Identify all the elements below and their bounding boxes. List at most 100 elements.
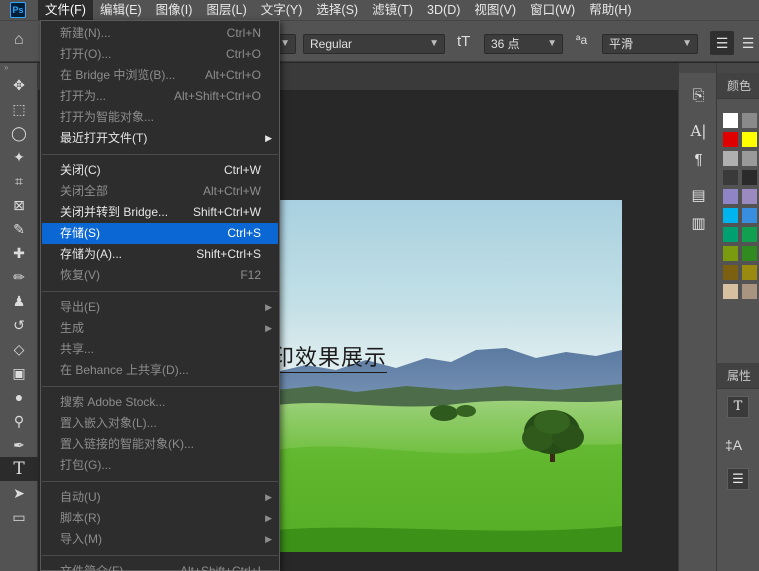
color-swatch[interactable]: [723, 113, 738, 128]
menu-item-shortcut: Ctrl+N: [226, 26, 261, 40]
file-menu-item[interactable]: 打开(O)... Ctrl+O: [42, 44, 278, 65]
brush-tool-icon[interactable]: ✏: [0, 265, 38, 289]
color-swatch[interactable]: [742, 284, 757, 299]
dodge-tool-icon[interactable]: ⚲: [0, 409, 38, 433]
file-menu-item[interactable]: 在 Behance 上共享(D)...: [42, 360, 278, 381]
file-menu-item[interactable]: 关闭全部 Alt+Ctrl+W: [42, 181, 278, 202]
menu-9[interactable]: 窗口(W): [523, 0, 582, 20]
file-menu-item[interactable]: 打开为... Alt+Shift+Ctrl+O: [42, 86, 278, 107]
color-swatch[interactable]: [742, 208, 757, 223]
file-menu-item[interactable]: 打开为智能对象...: [42, 107, 278, 128]
font-size-select[interactable]: 36 点 ▼: [484, 34, 563, 54]
meadow-bottom: [276, 526, 622, 552]
dock-grip[interactable]: [679, 63, 716, 73]
type-layer-icon: T: [727, 396, 749, 418]
history-panel-icon[interactable]: ⎘: [679, 81, 718, 109]
paragraph-panel-icon[interactable]: ¶: [679, 145, 718, 173]
menu-8[interactable]: 视图(V): [467, 0, 523, 20]
crop-tool-icon[interactable]: ⌗: [0, 169, 38, 193]
gradient-tool-icon[interactable]: ▣: [0, 361, 38, 385]
menu-6[interactable]: 滤镜(T): [365, 0, 420, 20]
color-swatch[interactable]: [742, 132, 757, 147]
color-swatch[interactable]: [742, 170, 757, 185]
chevron-down-icon: ▼: [547, 38, 557, 49]
history-brush-tool-icon[interactable]: ↺: [0, 313, 38, 337]
file-menu-item[interactable]: 最近打开文件(T) ▶: [42, 128, 278, 149]
antialias-select[interactable]: 平滑 ▼: [602, 34, 698, 54]
file-menu-item[interactable]: 导入(M) ▶: [42, 529, 278, 550]
align-center-button[interactable]: ☰: [736, 31, 759, 55]
color-swatch[interactable]: [723, 265, 738, 280]
color-swatch[interactable]: [723, 208, 738, 223]
canvas-image[interactable]: [276, 200, 622, 552]
menu-1[interactable]: 编辑(E): [93, 0, 149, 20]
file-menu-item[interactable]: 关闭并转到 Bridge... Shift+Ctrl+W: [42, 202, 278, 223]
menu-0[interactable]: 文件(F): [38, 0, 93, 20]
healing-brush-tool-icon[interactable]: ✚: [0, 241, 38, 265]
color-swatch[interactable]: [723, 132, 738, 147]
pen-tool-icon[interactable]: ✒: [0, 433, 38, 457]
file-menu-item[interactable]: 存储(S) Ctrl+S: [42, 223, 278, 244]
menu-3[interactable]: 图层(L): [199, 0, 253, 20]
file-menu-dropdown: 新建(N)... Ctrl+N 打开(O)... Ctrl+O 在 Bridge 中浏览…: [40, 20, 280, 571]
menu-4[interactable]: 文字(Y): [254, 0, 310, 20]
color-swatch[interactable]: [723, 189, 738, 204]
file-menu-item[interactable]: 自动(U) ▶: [42, 487, 278, 508]
color-swatch[interactable]: [742, 151, 757, 166]
menu-2[interactable]: 图像(I): [149, 0, 200, 20]
color-swatch[interactable]: [723, 284, 738, 299]
file-menu-item[interactable]: 恢复(V) F12: [42, 265, 278, 286]
menu-5[interactable]: 选择(S): [309, 0, 365, 20]
menu-item-shortcut: Alt+Ctrl+O: [204, 68, 261, 82]
blur-tool-icon[interactable]: ●: [0, 385, 38, 409]
color-swatch[interactable]: [723, 170, 738, 185]
character-panel-icon[interactable]: A|: [679, 117, 718, 145]
file-menu-item[interactable]: 置入链接的智能对象(K)...: [42, 434, 278, 455]
file-menu-item[interactable]: 关闭(C) Ctrl+W: [42, 160, 278, 181]
antialias-value: 平滑: [609, 37, 634, 51]
path-selection-tool-icon[interactable]: ➤: [0, 481, 38, 505]
frame-tool-icon[interactable]: ⊠: [0, 193, 38, 217]
file-menu-item[interactable]: 脚本(R) ▶: [42, 508, 278, 529]
menu-item-label: 最近打开文件(T): [60, 131, 148, 145]
lasso-tool-icon[interactable]: ◯: [0, 121, 38, 145]
libraries-panel-icon[interactable]: ▤: [679, 181, 718, 209]
eyedropper-tool-icon[interactable]: ✎: [0, 217, 38, 241]
align-left-button[interactable]: ☰: [710, 31, 734, 55]
color-swatch[interactable]: [742, 265, 757, 280]
file-menu-item[interactable]: 导出(E) ▶: [42, 297, 278, 318]
panel-collapse-icon[interactable]: »: [0, 63, 37, 73]
canvas-text-layer[interactable]: 印效果展示: [272, 340, 388, 373]
file-menu-item[interactable]: 生成 ▶: [42, 318, 278, 339]
file-menu-item[interactable]: 共享...: [42, 339, 278, 360]
tab-properties[interactable]: 属性: [717, 363, 759, 389]
file-menu-item[interactable]: 文件简介(F)... Alt+Shift+Ctrl+I: [42, 561, 278, 571]
menu-7[interactable]: 3D(D): [420, 0, 467, 20]
notes-panel-icon[interactable]: ▥: [679, 209, 718, 237]
move-tool-icon[interactable]: ✥: [0, 73, 38, 97]
color-swatch[interactable]: [723, 151, 738, 166]
align-left-button[interactable]: ☰: [727, 468, 749, 490]
color-swatch[interactable]: [723, 246, 738, 261]
home-icon[interactable]: ⌂: [14, 31, 34, 51]
rectangle-tool-icon[interactable]: ▭: [0, 505, 38, 529]
marquee-tool-icon[interactable]: ⬚: [0, 97, 38, 121]
file-menu-item[interactable]: 在 Bridge 中浏览(B)... Alt+Ctrl+O: [42, 65, 278, 86]
eraser-tool-icon[interactable]: ◇: [0, 337, 38, 361]
color-swatch[interactable]: [742, 189, 757, 204]
color-swatch[interactable]: [742, 246, 757, 261]
clone-stamp-tool-icon[interactable]: ♟: [0, 289, 38, 313]
file-menu-item[interactable]: 打包(G)...: [42, 455, 278, 476]
submenu-arrow-icon: ▶: [265, 492, 272, 502]
file-menu-item[interactable]: 存储为(A)... Shift+Ctrl+S: [42, 244, 278, 265]
font-style-select[interactable]: Regular ▼: [303, 34, 445, 54]
magic-wand-tool-icon[interactable]: ✦: [0, 145, 38, 169]
menu-10[interactable]: 帮助(H): [582, 0, 638, 20]
color-swatch[interactable]: [742, 113, 757, 128]
file-menu-item[interactable]: 新建(N)... Ctrl+N: [42, 23, 278, 44]
color-swatch[interactable]: [742, 227, 757, 242]
file-menu-item[interactable]: 搜索 Adobe Stock...: [42, 392, 278, 413]
type-tool-icon[interactable]: T: [0, 457, 38, 481]
file-menu-item[interactable]: 置入嵌入对象(L)...: [42, 413, 278, 434]
color-swatch[interactable]: [723, 227, 738, 242]
